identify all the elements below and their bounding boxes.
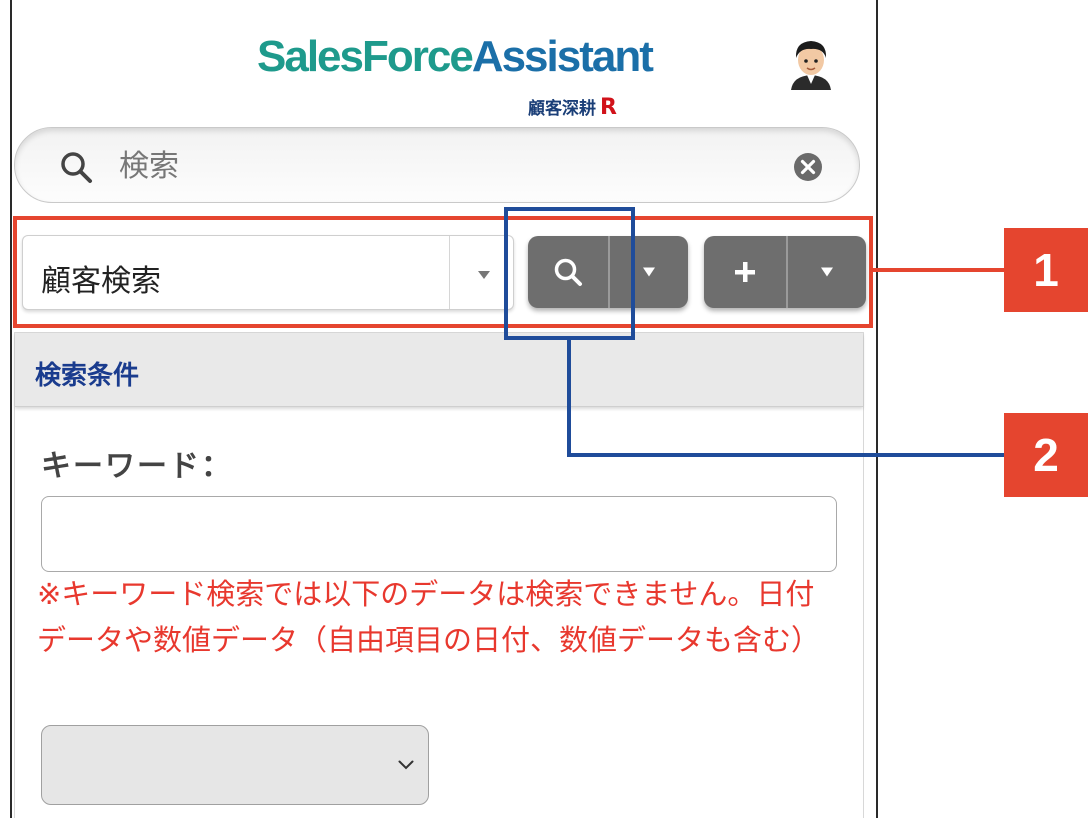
logo-word-force: Force	[361, 32, 474, 81]
logo-subtitle: 顧客深耕 R	[528, 94, 617, 120]
search-bar	[14, 127, 860, 203]
search-conditions-panel: 検索条件 キーワード： ※キーワード検索では以下のデータは検索できません。日付デ…	[14, 332, 864, 818]
panel-header[interactable]: 検索条件	[15, 333, 863, 407]
keyword-note: ※キーワード検索では以下のデータは検索できません。日付データや数値データ（自由項…	[37, 577, 821, 657]
logo-subtitle-text: 顧客深耕	[528, 99, 597, 119]
annotation-badge-1: 1	[1004, 228, 1088, 312]
annotation-badge-2: 2	[1004, 413, 1088, 497]
logo-word-sales: Sales	[257, 32, 364, 81]
keyword-input[interactable]	[41, 496, 837, 572]
app-logo: SalesForceAssistant 顧客深耕 R	[257, 32, 654, 122]
logo-title: SalesForceAssistant	[257, 32, 654, 82]
condition-select[interactable]	[41, 725, 429, 805]
app-frame: SalesForceAssistant 顧客深耕 R 検索 顧客検索 検索条件 …	[10, 0, 878, 818]
chevron-down-icon	[398, 760, 414, 770]
annotation-box-2	[504, 207, 635, 340]
panel-title: 検索条件	[35, 361, 140, 391]
annotation-line-1	[873, 268, 1004, 272]
logo-subtitle-r: R	[600, 95, 617, 120]
clear-search-icon[interactable]	[793, 152, 823, 182]
annotation-line-2-vertical	[567, 338, 571, 455]
logo-word-assistant: Assistant	[471, 32, 654, 81]
keyword-label: キーワード：	[41, 449, 233, 484]
annotation-line-2-horizontal	[567, 453, 1004, 457]
search-icon	[59, 150, 93, 184]
avatar[interactable]	[788, 38, 834, 90]
search-input[interactable]	[119, 142, 759, 190]
annotation-box-1	[13, 216, 873, 328]
